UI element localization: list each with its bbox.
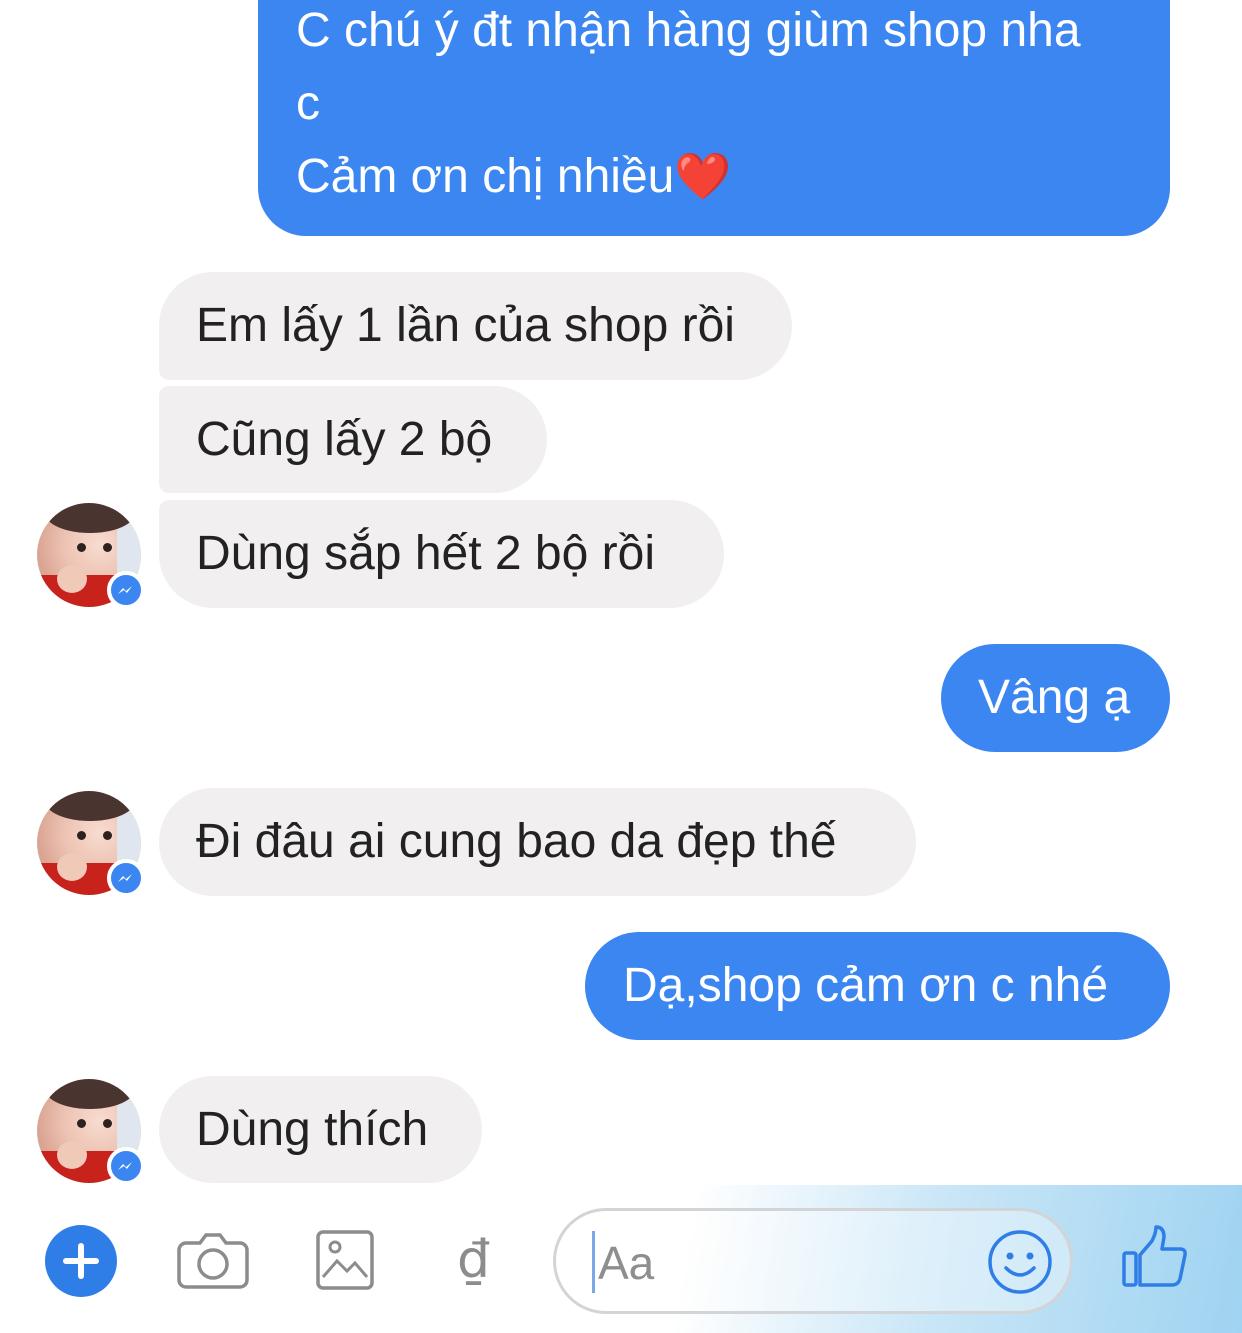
message-text: Em lấy 1 lần của shop rồi <box>196 299 735 352</box>
messenger-badge-icon <box>107 1147 145 1185</box>
emoji-icon <box>988 1230 1052 1294</box>
contact-avatar[interactable] <box>37 1079 145 1185</box>
messenger-badge-icon <box>107 571 145 609</box>
payment-icon: ₫ <box>457 1230 491 1290</box>
camera-button[interactable] <box>176 1225 250 1300</box>
message-list[interactable]: C chú ý đt nhận hàng giùm shop nha c Cảm… <box>0 0 1242 1185</box>
camera-icon <box>177 1233 249 1289</box>
gallery-button[interactable] <box>315 1229 375 1296</box>
message-text: Dùng sắp hết 2 bộ rồi <box>196 527 655 580</box>
emoji-button[interactable] <box>986 1228 1054 1301</box>
payment-button[interactable]: ₫ <box>457 1227 490 1293</box>
incoming-message-bubble[interactable]: Em lấy 1 lần của shop rồi <box>159 272 792 380</box>
like-button[interactable] <box>1120 1223 1190 1294</box>
message-input-container[interactable] <box>553 1208 1073 1314</box>
message-text-line: C chú ý đt nhận hàng giùm shop nha <box>296 4 1081 57</box>
more-actions-button[interactable] <box>45 1225 117 1297</box>
message-text-line: Cảm ơn chị nhiều❤️ <box>296 150 732 203</box>
image-icon <box>316 1230 374 1290</box>
composer-bar: ₫ <box>0 1185 1242 1333</box>
contact-avatar[interactable] <box>37 791 145 897</box>
incoming-message-bubble[interactable]: Đi đâu ai cung bao da đẹp thế <box>159 788 916 896</box>
plus-icon <box>63 1243 99 1279</box>
contact-avatar[interactable] <box>37 503 145 609</box>
text-cursor <box>592 1231 595 1293</box>
message-text: Dùng thích <box>196 1103 429 1156</box>
message-input[interactable] <box>596 1227 980 1299</box>
outgoing-message-bubble[interactable]: Vâng ạ <box>941 644 1170 752</box>
message-text-line: c <box>296 77 320 130</box>
message-text: Cũng lấy 2 bộ <box>196 413 493 466</box>
thumbs-up-icon <box>1122 1225 1187 1287</box>
incoming-message-bubble[interactable]: Dùng thích <box>159 1076 482 1183</box>
messenger-badge-icon <box>107 859 145 897</box>
message-text: Dạ,shop cảm ơn c nhé <box>623 959 1109 1012</box>
incoming-message-bubble[interactable]: Dùng sắp hết 2 bộ rồi <box>159 500 724 608</box>
outgoing-message-bubble[interactable]: Dạ,shop cảm ơn c nhé <box>585 932 1170 1040</box>
message-text: Đi đâu ai cung bao da đẹp thế <box>196 815 837 868</box>
outgoing-message-bubble[interactable]: C chú ý đt nhận hàng giùm shop nha c Cảm… <box>258 0 1170 236</box>
message-text: Vâng ạ <box>978 671 1131 724</box>
incoming-message-bubble[interactable]: Cũng lấy 2 bộ <box>159 386 547 493</box>
heart-emoji: ❤️ <box>674 150 732 202</box>
